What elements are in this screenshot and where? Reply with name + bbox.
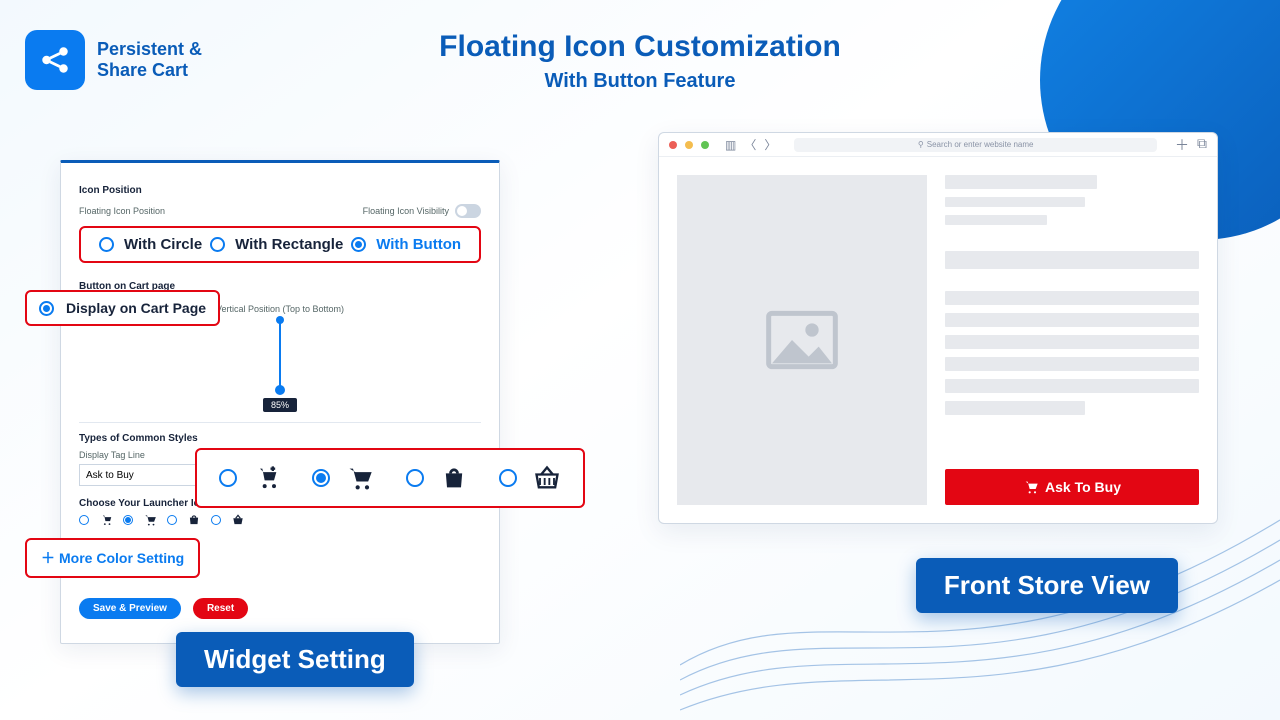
traffic-light-max <box>701 141 709 149</box>
launcher-callout <box>195 448 585 508</box>
page-subtitle: With Button Feature <box>0 70 1280 93</box>
section-common-styles: Types of Common Styles <box>79 433 481 444</box>
label-tagline: Display Tag Line <box>79 450 202 460</box>
search-icon: ⚲ <box>918 140 924 149</box>
traffic-light-min <box>685 141 693 149</box>
floating-visibility-toggle[interactable] <box>455 204 481 218</box>
skeleton-line <box>945 357 1199 371</box>
more-color-callout[interactable]: ＋More Color Setting <box>25 538 200 578</box>
product-image-placeholder <box>677 175 927 505</box>
product-details: Ask To Buy <box>945 175 1199 505</box>
launcher-opt-3[interactable] <box>211 513 245 527</box>
launcher-opt-1[interactable] <box>123 513 157 527</box>
storefront-browser-mock: ▥ 〈 〉 ⚲ Search or enter website name ＋ ⧉ <box>658 132 1218 524</box>
skeleton-line <box>945 291 1199 305</box>
url-bar[interactable]: ⚲ Search or enter website name <box>794 138 1157 152</box>
skeleton-line <box>945 313 1199 327</box>
radio-with-rectangle[interactable]: With Rectangle <box>210 236 343 253</box>
ask-to-buy-button[interactable]: Ask To Buy <box>945 469 1199 505</box>
traffic-light-close <box>669 141 677 149</box>
vertical-position-value: 85% <box>263 398 297 412</box>
caption-front-store: Front Store View <box>916 558 1178 613</box>
display-on-cart-callout[interactable]: Display on Cart Page <box>25 290 220 326</box>
page-title: Floating Icon Customization <box>0 30 1280 64</box>
caption-widget-setting: Widget Setting <box>176 632 414 687</box>
page-title-block: Floating Icon Customization With Button … <box>0 30 1280 93</box>
skeleton-line <box>945 401 1085 415</box>
skeleton-line <box>945 215 1047 225</box>
reset-button[interactable]: Reset <box>193 598 248 619</box>
skeleton-line <box>945 335 1199 349</box>
tabs-icon[interactable]: ⧉ <box>1197 135 1207 155</box>
label-floating-visibility: Floating Icon Visibility <box>363 206 449 216</box>
tagline-input[interactable] <box>79 464 202 486</box>
shape-option-callout: With Circle With Rectangle With Button <box>79 226 481 263</box>
new-tab-icon[interactable]: ＋ <box>1175 135 1189 155</box>
radio-with-button[interactable]: With Button <box>351 236 461 253</box>
divider <box>79 422 481 423</box>
save-button[interactable]: Save & Preview <box>79 598 181 619</box>
skeleton-line <box>945 175 1097 189</box>
skeleton-line <box>945 251 1199 269</box>
section-icon-position: Icon Position <box>79 185 481 196</box>
back-icon[interactable]: 〈 <box>744 136 756 153</box>
launcher-big-3[interactable] <box>499 464 561 492</box>
ask-to-buy-label: Ask To Buy <box>1045 479 1121 495</box>
browser-bar: ▥ 〈 〉 ⚲ Search or enter website name ＋ ⧉ <box>659 133 1217 157</box>
skeleton-line <box>945 197 1085 207</box>
label-floating-position: Floating Icon Position <box>79 206 165 216</box>
launcher-opt-0[interactable] <box>79 513 113 527</box>
launcher-big-2[interactable] <box>406 464 468 492</box>
sidebar-toggle-icon[interactable]: ▥ <box>725 138 736 152</box>
launcher-big-0[interactable] <box>219 464 281 492</box>
forward-icon[interactable]: 〉 <box>764 136 776 153</box>
launcher-opt-2[interactable] <box>167 513 201 527</box>
skeleton-line <box>945 379 1199 393</box>
radio-with-circle[interactable]: With Circle <box>99 236 202 253</box>
launcher-big-1[interactable] <box>312 464 374 492</box>
plus-icon: ＋ <box>41 548 55 568</box>
